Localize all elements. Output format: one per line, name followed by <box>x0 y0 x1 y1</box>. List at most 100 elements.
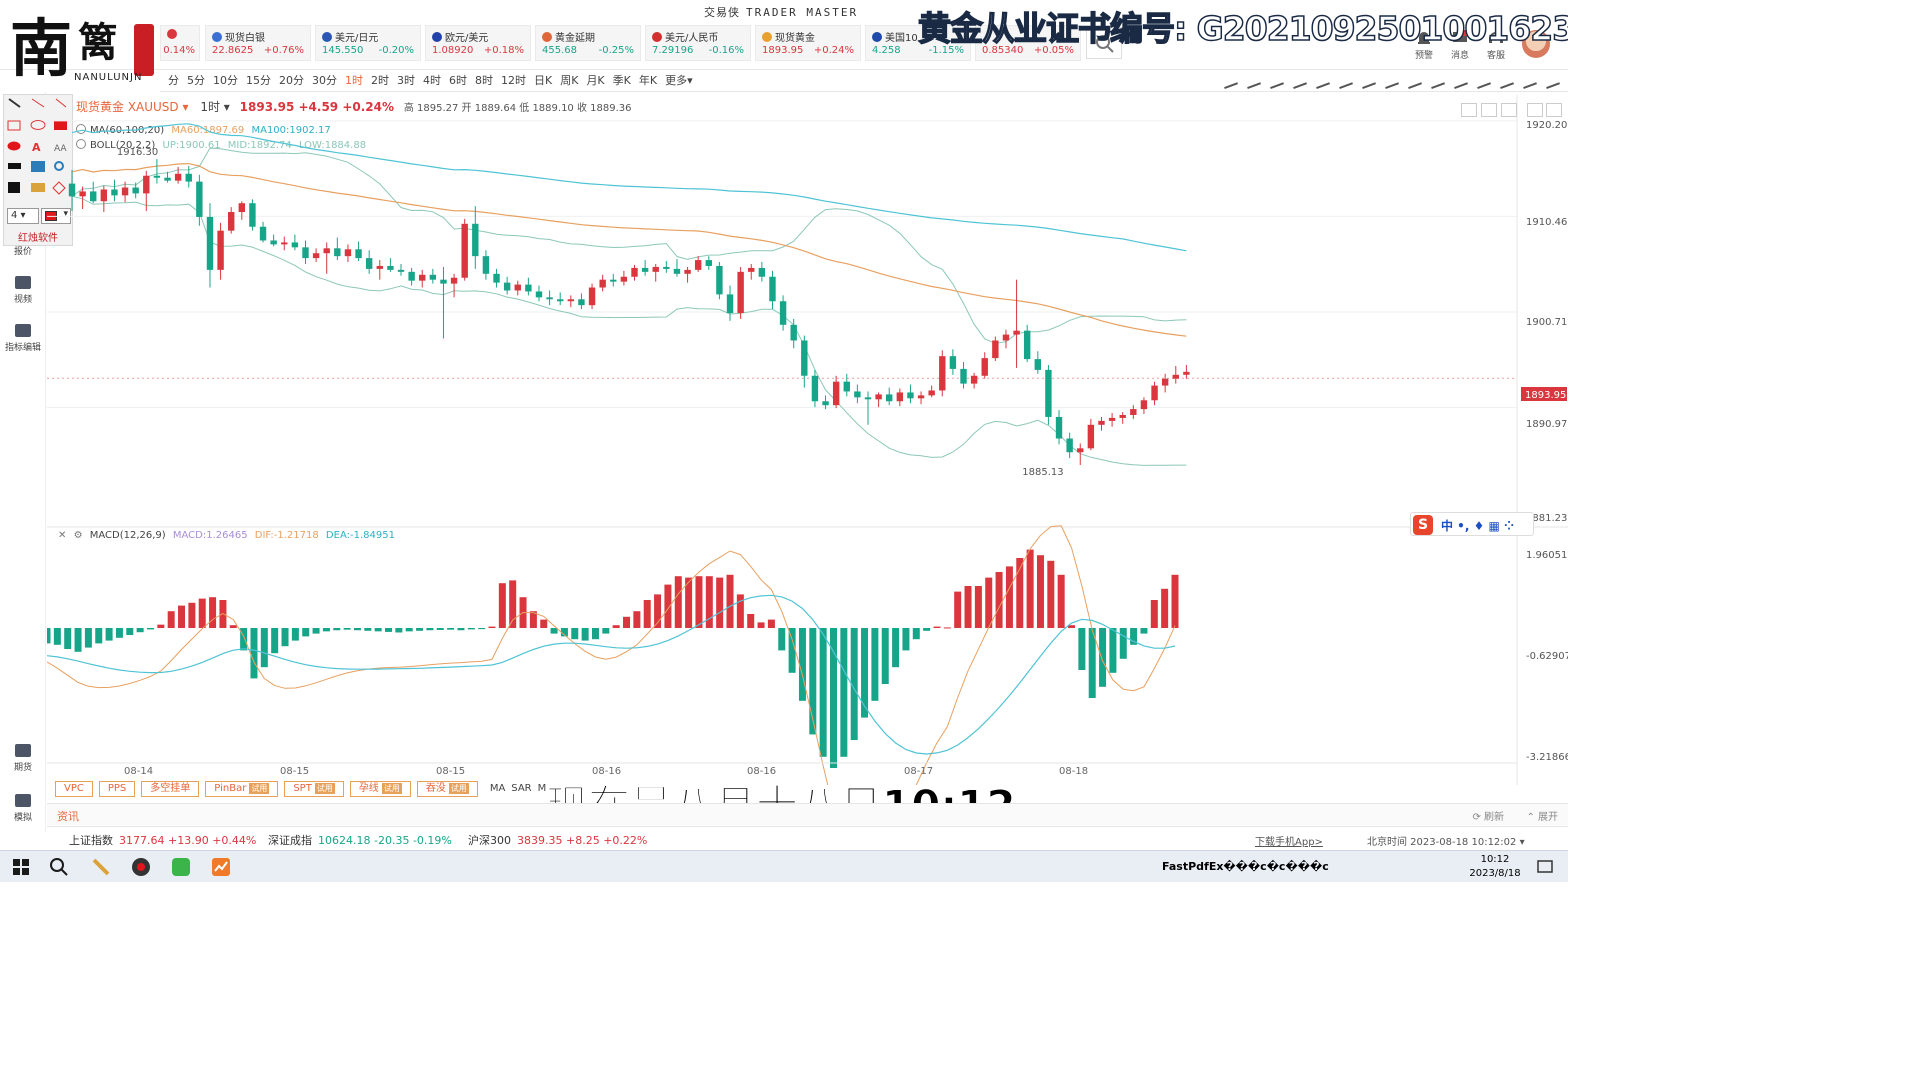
period-tab[interactable]: 1时 <box>345 70 363 92</box>
dif-value: DIF:-1.21718 <box>254 530 319 541</box>
period-tab[interactable]: 分 <box>168 70 179 92</box>
sidebar-video[interactable]: 视频 <box>0 276 46 305</box>
period-tab[interactable]: 月K <box>586 70 604 92</box>
trader-app-icon[interactable] <box>210 856 232 878</box>
text-tool-icon[interactable]: A <box>32 141 41 154</box>
brush-app-icon[interactable] <box>90 856 112 878</box>
recorder-app-icon[interactable] <box>130 856 152 878</box>
period-tab[interactable]: 更多▾ <box>665 70 693 92</box>
period-tab[interactable]: 8时 <box>475 70 493 92</box>
sidebar-futures[interactable]: 期货 <box>0 744 46 773</box>
ticker-card[interactable]: 美元/日元 145.550 -0.20% <box>315 25 421 61</box>
expand-button[interactable]: ⌃ 展开 <box>1526 808 1558 823</box>
lock-tool-icon[interactable] <box>1496 71 1514 89</box>
ime-toolbar[interactable]: S 中 •, ♦ ▦ ⁘ <box>1410 512 1534 536</box>
period-tab[interactable]: 周K <box>560 70 578 92</box>
chart-draw-button[interactable] <box>1481 103 1497 117</box>
line-icon[interactable] <box>31 98 45 108</box>
period-tab[interactable]: 2时 <box>371 70 389 92</box>
channel-tool-icon[interactable] <box>1381 71 1399 89</box>
beijing-time[interactable]: 北京时间 2023-08-18 10:12:02 ▾ <box>1367 833 1525 848</box>
ticker-card[interactable]: 现货黄金 1893.95 +0.24% <box>755 25 861 61</box>
ticker-change: -0.20% <box>378 45 414 56</box>
period-tab[interactable]: 日K <box>534 70 552 92</box>
news-tab[interactable]: 资讯 <box>57 808 79 824</box>
macd-bar <box>943 627 951 629</box>
indicator-tab[interactable]: VPC <box>55 781 93 797</box>
sidebar-simulate[interactable]: 模拟 <box>0 794 46 823</box>
index-shanghai[interactable]: 上证指数 3177.64 +13.90 +0.44% <box>69 832 256 848</box>
image-tool-icon[interactable] <box>1289 71 1307 89</box>
period-tab[interactable]: 30分 <box>312 70 337 92</box>
search-icon[interactable] <box>48 856 70 878</box>
refresh-button[interactable]: ⟳ 刷新 <box>1472 808 1504 823</box>
ticker-card[interactable]: 美元/人民币 7.29196 -0.16% <box>645 25 751 61</box>
download-app-link[interactable]: 下载手机App> <box>1255 833 1323 848</box>
indicator-tab[interactable]: 多空挂单 <box>141 781 200 797</box>
ellipse-icon[interactable] <box>30 120 46 130</box>
price-chart[interactable]: 1916.30 1885.13 1920.20 1910.46 1900.71 1890… <box>47 95 1568 785</box>
filled-ellipse-icon[interactable] <box>7 141 21 151</box>
ime-mode-label[interactable]: 中 •, ♦ ▦ ⁘ <box>1441 517 1514 534</box>
picture-icon[interactable] <box>31 161 45 172</box>
indicator-plain-tab[interactable]: MA <box>490 783 505 794</box>
eraser-tool-icon[interactable] <box>1450 71 1468 89</box>
period-tab[interactable]: 4时 <box>423 70 441 92</box>
macd-bar <box>1047 560 1055 628</box>
notification-icon[interactable] <box>1534 856 1556 878</box>
indicator-tab[interactable]: 孕线 试用 <box>349 781 411 797</box>
chart-type-button[interactable] <box>1461 103 1477 117</box>
save-icon[interactable] <box>8 182 20 193</box>
settings-icon[interactable]: ⚙ <box>74 530 83 541</box>
green-app-icon[interactable] <box>170 856 192 878</box>
period-tab[interactable]: 20分 <box>279 70 304 92</box>
chart-close-button[interactable] <box>1546 103 1562 117</box>
ticker-card[interactable]: 0.14% <box>160 25 200 61</box>
period-tab[interactable]: 12时 <box>501 70 526 92</box>
more-tool-icon[interactable] <box>1404 71 1422 89</box>
ticker-card[interactable]: 现货白银 22.8625 +0.76% <box>205 25 311 61</box>
period-tab[interactable]: 季K <box>613 70 631 92</box>
indicator-tab[interactable]: PinBar 试用 <box>205 781 279 797</box>
select-tool-icon[interactable] <box>1427 71 1445 89</box>
eye-tool-icon[interactable] <box>1519 71 1537 89</box>
magnet-tool-icon[interactable] <box>1473 71 1491 89</box>
macd-bar <box>571 628 579 640</box>
ticker-card[interactable]: 黄金延期 455.68 -0.25% <box>535 25 641 61</box>
period-tab[interactable]: 年K <box>639 70 657 92</box>
period-tab[interactable]: 10分 <box>213 70 238 92</box>
time-tick-label: 08-15 <box>436 766 465 777</box>
brush-tool-icon[interactable] <box>1266 71 1284 89</box>
wave-tool-icon[interactable] <box>1335 71 1353 89</box>
delete-tool-icon[interactable] <box>1542 71 1560 89</box>
line-width-select[interactable]: 4 ▾ <box>7 208 39 224</box>
index-shenzhen[interactable]: 深证成指 10624.18 -20.35 -0.19% <box>268 832 452 848</box>
index-hs300[interactable]: 沪深300 3839.35 +8.25 +0.22% <box>468 832 647 848</box>
ticker-card[interactable]: 欧元/美元 1.08920 +0.18% <box>425 25 531 61</box>
pen-tool-icon[interactable] <box>1220 71 1238 89</box>
indicator-plain-tab[interactable]: M <box>538 783 547 794</box>
period-tab[interactable]: 6时 <box>449 70 467 92</box>
fullscreen-button[interactable] <box>1527 103 1543 117</box>
hline-tool-icon[interactable] <box>1312 71 1330 89</box>
pencil-icon[interactable] <box>8 98 21 108</box>
fastpdf-tray-label[interactable]: FastPdfEx���c�c���c <box>1162 860 1329 873</box>
trial-badge: 试用 <box>314 783 335 794</box>
indicator-plain-tab[interactable]: SAR <box>511 783 531 794</box>
ray-tool-icon[interactable] <box>1358 71 1376 89</box>
sidebar-indicator-edit[interactable]: 指标编辑 <box>0 324 46 353</box>
period-tab[interactable]: 15分 <box>246 70 271 92</box>
period-tab[interactable]: 3时 <box>397 70 415 92</box>
line-tool-icon[interactable] <box>1243 71 1261 89</box>
chart-compare-button[interactable] <box>1501 103 1517 117</box>
indicator-tab[interactable]: 吞没 试用 <box>416 781 478 797</box>
close-icon[interactable]: ✕ <box>58 530 66 541</box>
period-tab[interactable]: 5分 <box>187 70 205 92</box>
indicator-tab[interactable]: SPT 试用 <box>284 781 344 797</box>
folder-icon[interactable] <box>31 183 45 192</box>
indicator-tab[interactable]: PPS <box>98 781 136 797</box>
taskbar-clock[interactable]: 10:12 2023/8/18 <box>1462 853 1528 881</box>
rectangle-icon[interactable] <box>7 120 21 131</box>
line-width-icon[interactable] <box>8 163 21 169</box>
windows-start-icon[interactable] <box>10 856 32 878</box>
